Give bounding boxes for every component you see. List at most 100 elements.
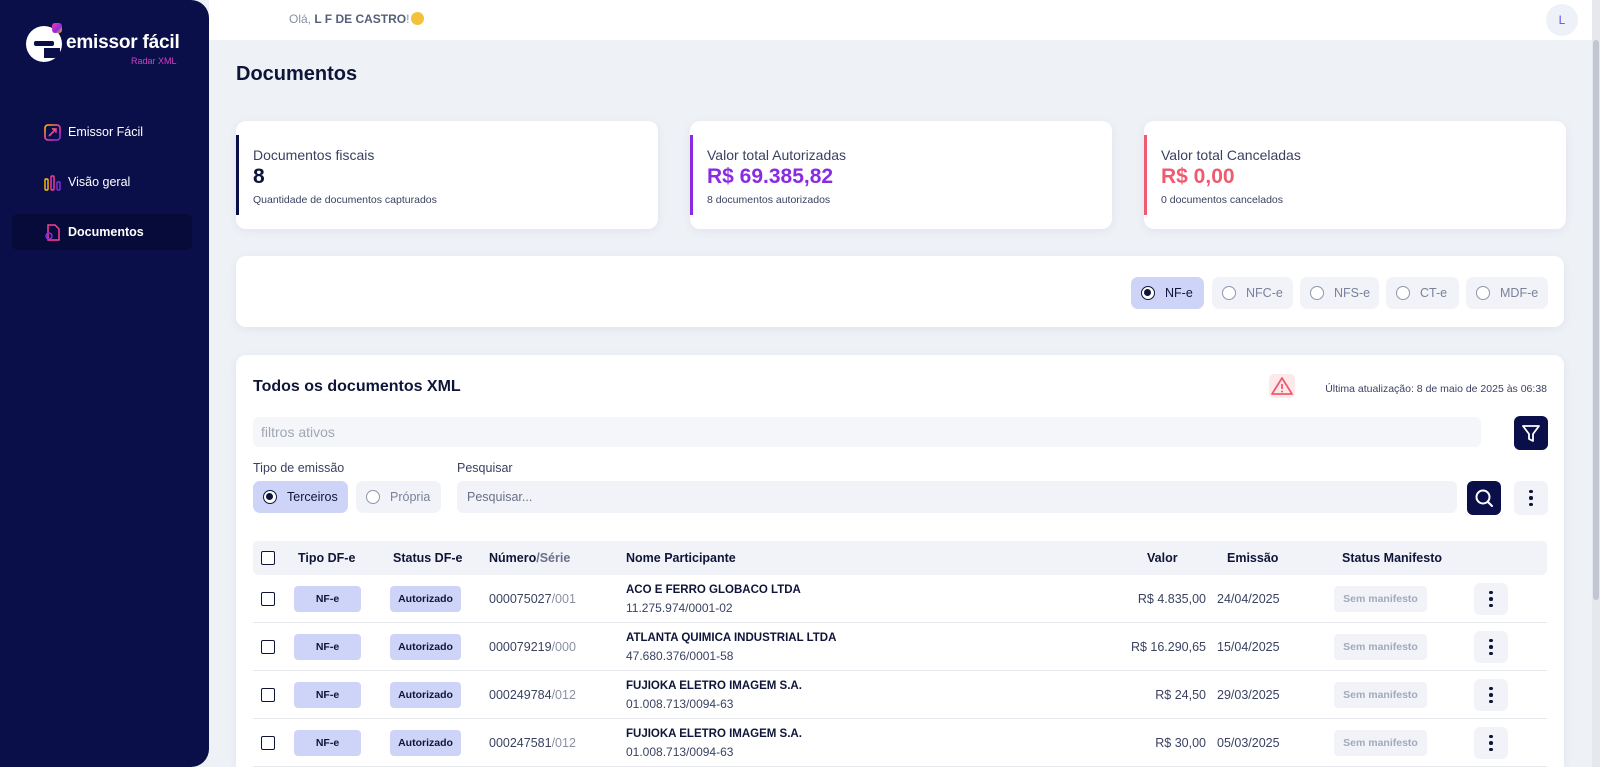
page-title: Documentos [236, 63, 358, 85]
number-value: 000247581 [489, 736, 552, 750]
documents-card: Todos os documentos XML Última atualizaç… [236, 355, 1564, 767]
doc-value: R$ 4.835,00 [1137, 592, 1206, 606]
logo-accent-icon [52, 23, 62, 33]
row-checkbox[interactable] [261, 592, 275, 606]
doc-type-badge: NF-e [294, 682, 361, 708]
th-status[interactable]: Status DF-e [393, 551, 462, 565]
doc-type-nfse-radio[interactable]: NFS-e [1300, 277, 1379, 309]
th-emissao[interactable]: Emissão [1227, 551, 1278, 565]
doc-value: R$ 30,00 [1155, 736, 1206, 750]
radio-icon [1222, 286, 1236, 300]
th-valor[interactable]: Valor [1147, 551, 1178, 565]
radio-label: NFC-e [1246, 286, 1283, 300]
participant-name: FUJIOKA ELETRO IMAGEM S.A. [626, 728, 802, 740]
doc-type-badge: NF-e [294, 730, 361, 756]
th-serie-label: /Série [536, 551, 571, 565]
search-icon [1475, 489, 1493, 507]
sidebar-item-documentos[interactable]: Documentos [12, 214, 192, 250]
participant-cnpj: 01.008.713/0094-63 [626, 745, 734, 759]
radio-icon [1141, 286, 1155, 300]
table-row[interactable]: NF-e Autorizado 000075027/001 ACO E FERR… [253, 575, 1547, 623]
last-update-text: Última atualização: 8 de maio de 2025 às… [1325, 383, 1547, 395]
active-filters-bar[interactable]: filtros ativos [253, 417, 1481, 447]
doc-type-cte-radio[interactable]: CT-e [1386, 277, 1459, 309]
row-actions-button[interactable] [1474, 583, 1508, 615]
th-numero-label: Número [489, 551, 537, 565]
brand-name: emissor fácil [66, 32, 180, 53]
sidebar-item-label: Visão geral [68, 175, 131, 189]
avatar[interactable]: L [1546, 4, 1578, 36]
status-badge: Autorizado [390, 634, 461, 660]
brand-logo[interactable]: emissor fácil Radar XML [26, 23, 186, 70]
stat-subtext: 0 documentos cancelados [1161, 194, 1283, 206]
more-vertical-icon [1489, 638, 1493, 656]
th-manifesto[interactable]: Status Manifesto [1342, 551, 1442, 565]
more-vertical-icon [1529, 489, 1533, 507]
doc-date: 15/04/2025 [1217, 640, 1280, 654]
radio-label: MDF-e [1500, 286, 1539, 300]
row-actions-button[interactable] [1474, 631, 1508, 663]
sidebar-nav: Emissor Fácil Visão geral Documentos [12, 114, 192, 264]
serie-value: /012 [551, 688, 576, 702]
search-label: Pesquisar [457, 461, 513, 475]
participant-name: FUJIOKA ELETRO IMAGEM S.A. [626, 680, 802, 692]
doc-date: 29/03/2025 [1217, 688, 1280, 702]
stat-value: R$ 0,00 [1161, 165, 1235, 188]
th-participante[interactable]: Nome Participante [626, 551, 736, 565]
doc-number: 000249784/012 [489, 688, 576, 702]
doc-type-nfce-radio[interactable]: NFC-e [1212, 277, 1293, 309]
emission-terceiros-radio[interactable]: Terceiros [253, 481, 348, 513]
more-vertical-icon [1489, 590, 1493, 608]
doc-type-filter-card: NF-e NFC-e NFS-e CT-e MDF-e [236, 256, 1564, 327]
stat-label: Valor total Autorizadas [707, 147, 847, 163]
row-checkbox[interactable] [261, 640, 275, 654]
doc-type-badge: NF-e [294, 634, 361, 660]
row-actions-button[interactable] [1474, 727, 1508, 759]
radio-label: Própria [390, 490, 431, 504]
external-link-icon [44, 124, 61, 141]
radio-label: CT-e [1420, 286, 1448, 300]
sidebar: emissor fácil Radar XML Emissor Fácil Vi… [0, 0, 209, 767]
more-vertical-icon [1489, 734, 1493, 752]
sidebar-item-emissor-facil[interactable]: Emissor Fácil [12, 114, 192, 150]
table-row[interactable]: NF-e Autorizado 000247581/012 FUJIOKA EL… [253, 719, 1547, 767]
th-numero[interactable]: Número/Série [489, 551, 570, 565]
participant-name: ATLANTA QUIMICA INDUSTRIAL LTDA [626, 632, 837, 644]
stat-value: R$ 69.385,82 [707, 165, 834, 188]
table-header: Tipo DF-e Status DF-e Número/Série Nome … [253, 541, 1547, 575]
search-input[interactable] [457, 481, 1457, 513]
greeting-exclaim: ! [406, 12, 410, 26]
stat-card-canceladas: Valor total Canceladas R$ 0,00 0 documen… [1144, 121, 1566, 229]
manifest-status-badge: Sem manifesto [1334, 682, 1427, 708]
row-checkbox[interactable] [261, 736, 275, 750]
row-actions-button[interactable] [1474, 679, 1508, 711]
table-row[interactable]: NF-e Autorizado 000249784/012 FUJIOKA EL… [253, 671, 1547, 719]
sidebar-item-visao-geral[interactable]: Visão geral [12, 164, 192, 200]
filter-button[interactable] [1514, 416, 1548, 450]
bar-chart-icon [44, 175, 61, 191]
scrollbar-thumb[interactable] [1593, 40, 1599, 600]
page-scrollbar[interactable] [1592, 0, 1600, 767]
participant-cnpj: 01.008.713/0094-63 [626, 697, 734, 711]
radio-label: NFS-e [1334, 286, 1371, 300]
serie-value: /000 [551, 640, 576, 654]
doc-number: 000079219/000 [489, 640, 576, 654]
participant-cnpj: 11.275.974/0001-02 [626, 601, 733, 615]
doc-value: R$ 16.290,65 [1130, 640, 1206, 654]
more-options-button[interactable] [1514, 481, 1548, 515]
search-button[interactable] [1467, 481, 1501, 515]
top-bar: Olá, L F DE CASTRO! L [209, 0, 1600, 40]
doc-type-mdfe-radio[interactable]: MDF-e [1466, 277, 1548, 309]
stat-label: Documentos fiscais [253, 147, 375, 163]
table-row[interactable]: NF-e Autorizado 000079219/000 ATLANTA QU… [253, 623, 1547, 671]
stat-subtext: 8 documentos autorizados [707, 194, 831, 206]
emission-propria-radio[interactable]: Própria [356, 481, 441, 513]
select-all-checkbox[interactable] [261, 551, 275, 565]
stat-accent-bar [1144, 135, 1147, 215]
warning-icon[interactable] [1269, 374, 1295, 398]
stat-value: 8 [253, 165, 265, 188]
radio-icon [1310, 286, 1324, 300]
row-checkbox[interactable] [261, 688, 275, 702]
doc-type-nfe-radio[interactable]: NF-e [1131, 277, 1204, 309]
th-tipo[interactable]: Tipo DF-e [298, 551, 355, 565]
